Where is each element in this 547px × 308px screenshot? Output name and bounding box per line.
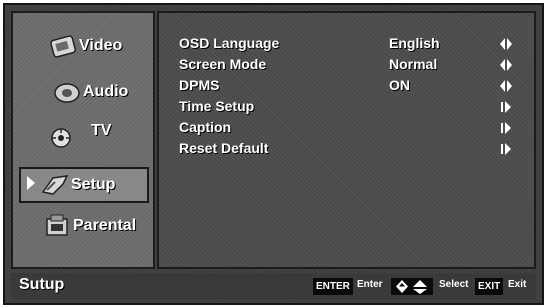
setting-row-dpms[interactable]: DPMS ON	[179, 77, 519, 95]
exit-key-badge: EXIT	[475, 278, 504, 295]
enter-key-badge: ENTER	[313, 278, 353, 295]
enter-key-text: Enter	[357, 279, 383, 290]
setup-icon	[41, 172, 71, 198]
select-key-text: Select	[439, 279, 469, 290]
setting-label: Caption	[179, 119, 232, 135]
sidebar-item-video[interactable]: Video	[49, 33, 122, 59]
left-right-arrow-icon[interactable]	[499, 58, 513, 72]
setting-label: OSD Language	[179, 35, 280, 51]
sidebar-item-parental[interactable]: Parental	[43, 213, 136, 239]
tv-icon	[49, 123, 79, 149]
enter-arrow-icon	[501, 122, 511, 134]
category-sidebar: Video Audio TV Setup Parental	[11, 11, 155, 269]
osd-menu-screen: Video Audio TV Setup Parental OSD Langua…	[3, 3, 544, 305]
sidebar-item-label: Video	[79, 37, 123, 54]
setting-value: Normal	[389, 56, 438, 72]
setting-row-osd-language[interactable]: OSD Language English	[179, 35, 519, 53]
page-title: Sutup	[19, 276, 65, 293]
setting-row-time-setup[interactable]: Time Setup	[179, 98, 519, 116]
left-right-arrow-icon[interactable]	[499, 37, 513, 51]
setting-label: Screen Mode	[179, 56, 267, 72]
enter-arrow-icon	[501, 143, 511, 155]
setting-row-caption[interactable]: Caption	[179, 119, 519, 137]
setting-label: DPMS	[179, 77, 220, 93]
sidebar-item-tv[interactable]: TV	[49, 122, 112, 149]
exit-key-text: Exit	[508, 279, 527, 290]
setting-value: ON	[389, 77, 410, 93]
sidebar-item-label: TV	[91, 122, 112, 139]
sidebar-item-audio[interactable]: Audio	[53, 79, 128, 105]
setting-label: Time Setup	[179, 98, 255, 114]
select-arrows-icon	[391, 278, 433, 295]
enter-arrow-icon	[501, 101, 511, 113]
left-right-arrow-icon[interactable]	[499, 79, 513, 93]
audio-icon	[53, 79, 83, 105]
setting-row-reset-default[interactable]: Reset Default	[179, 140, 519, 158]
selection-pointer-icon	[27, 176, 35, 190]
video-icon	[49, 33, 79, 59]
parental-icon	[43, 213, 73, 239]
setting-row-screen-mode[interactable]: Screen Mode Normal	[179, 56, 519, 74]
sidebar-item-label: Setup	[71, 176, 116, 193]
footer-bar: Sutup ENTER Enter Select EXIT Exit	[11, 273, 536, 299]
sidebar-item-label: Parental	[73, 217, 137, 234]
sidebar-item-setup[interactable]: Setup	[41, 172, 115, 198]
setting-label: Reset Default	[179, 140, 269, 156]
setting-value: English	[389, 35, 440, 51]
sidebar-item-label: Audio	[83, 83, 129, 100]
